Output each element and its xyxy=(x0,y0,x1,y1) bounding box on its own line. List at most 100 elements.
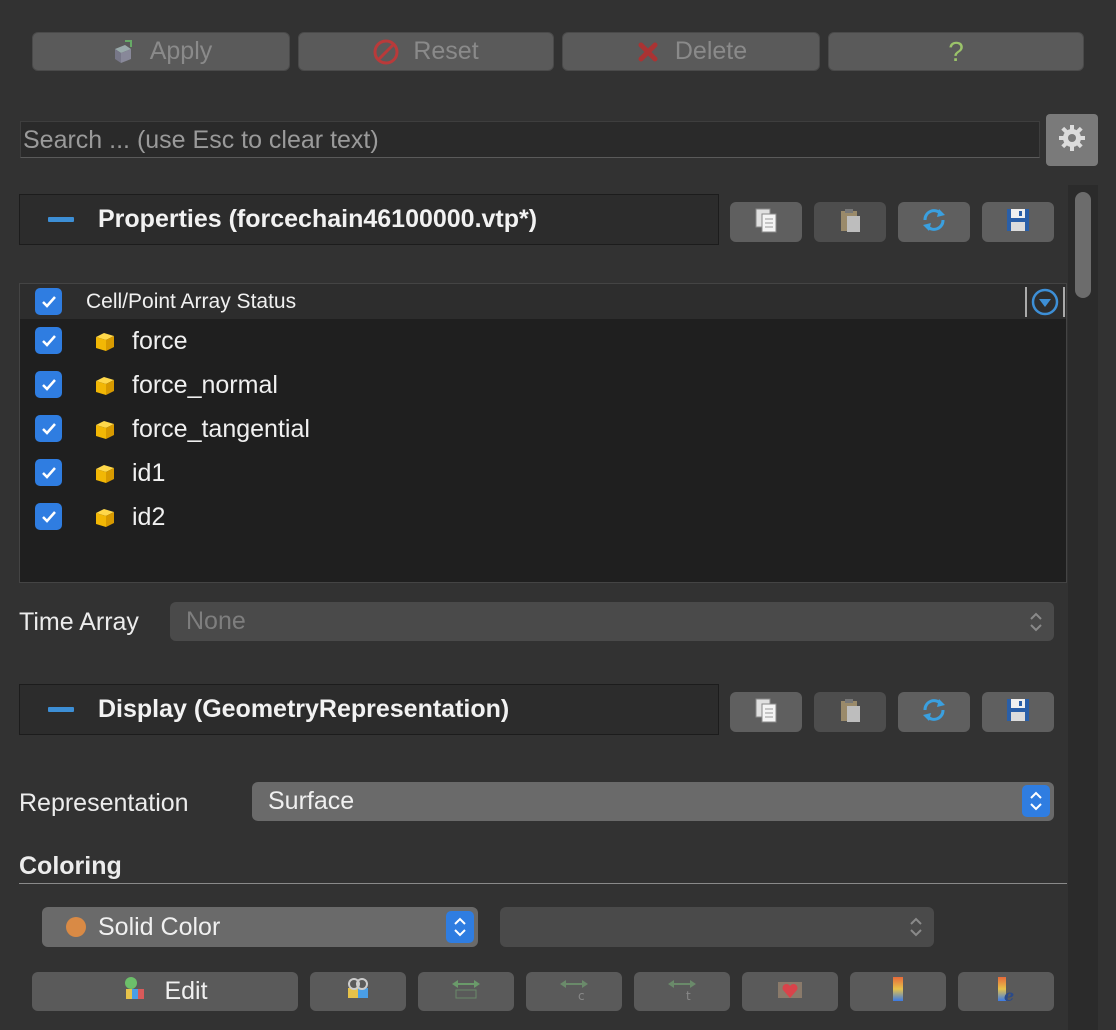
settings-button[interactable] xyxy=(1046,114,1098,166)
sort-dropdown-icon[interactable] xyxy=(1030,287,1060,322)
array-row[interactable]: force xyxy=(20,319,1066,363)
edit-color-legend-button[interactable]: e xyxy=(958,972,1054,1011)
header-divider-right xyxy=(1063,287,1065,317)
array-row[interactable]: id1 xyxy=(20,451,1066,495)
array-checkbox[interactable] xyxy=(35,327,62,354)
chevron-updown-icon xyxy=(1028,610,1044,641)
edit-color-map-button[interactable]: Edit xyxy=(32,972,298,1011)
paste-icon xyxy=(836,696,864,729)
reset-display-button[interactable] xyxy=(898,692,970,732)
representation-value: Surface xyxy=(268,787,355,815)
coloring-section-label: Coloring xyxy=(19,852,122,880)
solid-color-icon xyxy=(66,917,86,937)
rescale-temporal-range-button[interactable]: t xyxy=(634,972,730,1011)
array-checkbox[interactable] xyxy=(35,371,62,398)
coloring-value: Solid Color xyxy=(98,912,221,941)
search-input[interactable]: Search ... (use Esc to clear text) xyxy=(20,121,1040,158)
copy-icon xyxy=(752,696,780,729)
array-row[interactable]: id2 xyxy=(20,495,1066,539)
coloring-component-select[interactable] xyxy=(500,907,934,947)
display-title: Display (GeometryRepresentation) xyxy=(98,695,510,723)
reset-properties-button[interactable] xyxy=(898,202,970,242)
properties-title: Properties (forcechain46100000.vtp*) xyxy=(98,205,538,233)
rescale-custom-icon: c xyxy=(558,976,590,1007)
display-section-header[interactable]: Display (GeometryRepresentation) xyxy=(19,684,719,735)
choose-preset-button[interactable] xyxy=(310,972,406,1011)
paste-properties-button[interactable] xyxy=(814,202,886,242)
paste-icon xyxy=(836,206,864,239)
array-header-label: Cell/Point Array Status xyxy=(86,289,297,313)
array-checkbox[interactable] xyxy=(35,459,62,486)
svg-text:c: c xyxy=(578,989,585,1002)
time-array-label: Time Array xyxy=(19,608,139,636)
cell-data-icon xyxy=(92,416,118,447)
chevron-updown-icon xyxy=(1022,785,1050,817)
delete-icon xyxy=(635,39,661,65)
apply-label: Apply xyxy=(149,37,213,65)
array-name: force_tangential xyxy=(132,414,310,443)
array-status-list: Cell/Point Array Status force force_norm… xyxy=(19,283,1067,583)
apply-icon xyxy=(110,39,136,65)
edit-label: Edit xyxy=(164,977,208,1005)
array-checkbox[interactable] xyxy=(35,503,62,530)
edit-legend-icon: e xyxy=(992,975,1020,1008)
cell-data-icon xyxy=(92,504,118,535)
time-array-value: None xyxy=(186,607,246,635)
scrollbar-track[interactable] xyxy=(1068,185,1098,1030)
cell-data-icon xyxy=(92,372,118,403)
show-color-legend-button[interactable] xyxy=(850,972,946,1011)
cell-data-icon xyxy=(92,460,118,491)
save-properties-button[interactable] xyxy=(982,202,1054,242)
save-icon xyxy=(1004,206,1032,239)
svg-text:e: e xyxy=(1004,986,1014,1003)
array-name: id2 xyxy=(132,502,166,531)
refresh-icon xyxy=(919,205,949,240)
delete-button[interactable]: Delete xyxy=(562,32,820,71)
chevron-updown-icon xyxy=(446,911,474,943)
copy-properties-button[interactable] xyxy=(730,202,802,242)
select-all-checkbox[interactable] xyxy=(35,288,62,315)
representation-label: Representation xyxy=(19,789,189,817)
array-name: force_normal xyxy=(132,370,278,399)
favorites-button[interactable] xyxy=(742,972,838,1011)
header-divider xyxy=(1025,287,1027,317)
rescale-custom-range-button[interactable]: c xyxy=(526,972,622,1011)
preset-link-icon xyxy=(344,976,372,1007)
reset-button[interactable]: Reset xyxy=(298,32,554,71)
coloring-select[interactable]: Solid Color xyxy=(42,907,478,947)
coloring-divider xyxy=(19,883,1067,884)
chevron-updown-icon xyxy=(908,915,924,946)
gear-icon xyxy=(1058,124,1086,157)
save-icon xyxy=(1004,696,1032,729)
rescale-icon xyxy=(450,976,482,1007)
color-map-editor-icon xyxy=(122,974,150,1009)
delete-label: Delete xyxy=(674,37,748,65)
save-display-button[interactable] xyxy=(982,692,1054,732)
favorite-heart-icon xyxy=(775,976,805,1007)
svg-text:t: t xyxy=(686,989,691,1002)
copy-display-button[interactable] xyxy=(730,692,802,732)
collapse-icon xyxy=(48,707,74,712)
apply-button[interactable]: Apply xyxy=(32,32,290,71)
help-button[interactable]: ? xyxy=(828,32,1084,71)
cell-data-icon xyxy=(92,328,118,359)
representation-select[interactable]: Surface xyxy=(252,782,1054,821)
reset-icon xyxy=(373,39,399,65)
refresh-icon xyxy=(919,695,949,730)
array-name: id1 xyxy=(132,458,166,487)
rescale-data-range-button[interactable] xyxy=(418,972,514,1011)
reset-label: Reset xyxy=(413,37,479,65)
array-row[interactable]: force_tangential xyxy=(20,407,1066,451)
help-icon: ? xyxy=(948,35,964,67)
scrollbar-thumb[interactable] xyxy=(1075,192,1091,298)
paste-display-button[interactable] xyxy=(814,692,886,732)
array-row[interactable]: force_normal xyxy=(20,363,1066,407)
array-name: force xyxy=(132,326,188,355)
rescale-temporal-icon: t xyxy=(666,976,698,1007)
array-header: Cell/Point Array Status xyxy=(20,284,1066,319)
array-checkbox[interactable] xyxy=(35,415,62,442)
collapse-icon xyxy=(48,217,74,222)
time-array-select[interactable]: None xyxy=(170,602,1054,641)
color-legend-icon xyxy=(891,975,905,1008)
properties-section-header[interactable]: Properties (forcechain46100000.vtp*) xyxy=(19,194,719,245)
